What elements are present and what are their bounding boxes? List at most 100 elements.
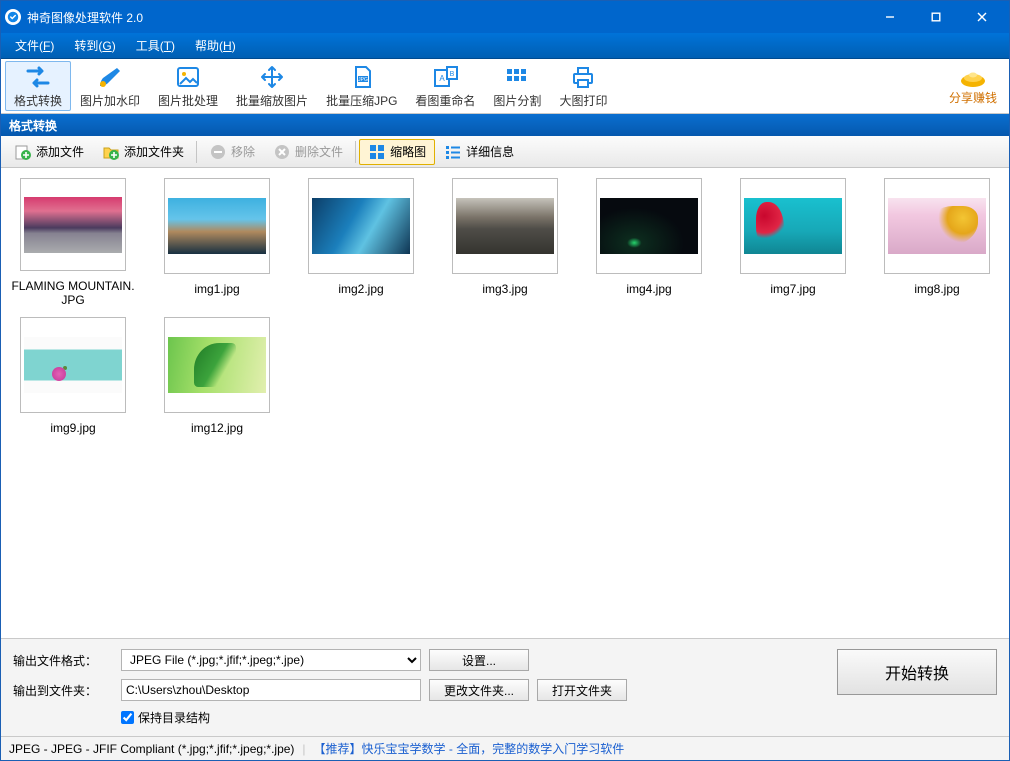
tool-label: 大图打印	[559, 92, 607, 109]
thumbnail-image	[744, 198, 842, 254]
add-folder-icon	[102, 143, 120, 161]
thumbnail-caption: img9.jpg	[46, 419, 99, 437]
thumbnail-frame	[596, 178, 702, 274]
menu-goto[interactable]: 转到(G)	[64, 34, 125, 57]
move-icon	[257, 64, 287, 90]
statusbar: JPEG - JPEG - JFIF Compliant (*.jpg;*.jf…	[1, 736, 1009, 760]
settings-button[interactable]: 设置...	[429, 649, 529, 671]
tool-share[interactable]: 分享赚钱	[941, 61, 1005, 111]
thumbnail-image	[888, 198, 986, 254]
swap-icon	[23, 64, 53, 90]
tool-label: 看图重命名	[415, 92, 475, 109]
thumbnail-frame	[164, 317, 270, 413]
thumbnail-icon	[368, 143, 386, 161]
output-dir-label: 输出到文件夹：	[13, 682, 113, 699]
tool-label: 分享赚钱	[949, 89, 997, 106]
titlebar: 神奇图像处理软件 2.0	[1, 1, 1009, 33]
add-folder-button[interactable]: 添加文件夹	[93, 139, 193, 165]
thumbnail-item[interactable]: img8.jpg	[867, 176, 1007, 311]
thumbnail-caption: img4.jpg	[622, 280, 675, 298]
start-convert-button[interactable]: 开始转换	[837, 649, 997, 695]
tool-label: 图片分割	[493, 92, 541, 109]
tool-print[interactable]: 大图打印	[550, 61, 616, 111]
thumbnail-frame	[452, 178, 558, 274]
tool-watermark[interactable]: 图片加水印	[71, 61, 149, 111]
promo-link[interactable]: 【推荐】快乐宝宝学数学 - 全面，完整的数学入门学习软件	[314, 740, 625, 757]
thumbnail-frame	[740, 178, 846, 274]
tool-label: 格式转换	[14, 92, 62, 109]
thumbnail-frame	[20, 178, 126, 271]
menu-help[interactable]: 帮助(H)	[185, 34, 246, 57]
tool-rename[interactable]: AB 看图重命名	[406, 61, 484, 111]
thumbnail-frame	[20, 317, 126, 413]
thumbnail-item[interactable]: img7.jpg	[723, 176, 863, 311]
thumbnail-item[interactable]: img1.jpg	[147, 176, 287, 311]
thumbnail-grid[interactable]: FLAMING MOUNTAIN.JPG img1.jpg img2.jpg img3…	[1, 168, 1009, 638]
thumbnail-caption: img3.jpg	[478, 280, 531, 298]
tool-compress-jpg[interactable]: JPG 批量压缩JPG	[317, 61, 406, 111]
thumbnail-image	[600, 198, 698, 254]
tool-label: 批量压缩JPG	[326, 92, 397, 109]
thumbnail-caption: img12.jpg	[187, 419, 247, 437]
printer-icon	[568, 64, 598, 90]
menu-tool[interactable]: 工具(T)	[126, 34, 185, 57]
tool-batch[interactable]: 图片批处理	[149, 61, 227, 111]
menubar: 文件(F) 转到(G) 工具(T) 帮助(H)	[1, 33, 1009, 59]
thumbnail-item[interactable]: img3.jpg	[435, 176, 575, 311]
thumbnail-item[interactable]: FLAMING MOUNTAIN.JPG	[3, 176, 143, 311]
maximize-button[interactable]	[913, 1, 959, 33]
tool-format-convert[interactable]: 格式转换	[5, 61, 71, 111]
svg-text:B: B	[450, 71, 455, 78]
status-format: JPEG - JPEG - JFIF Compliant (*.jpg;*.jf…	[9, 742, 294, 756]
remove-icon	[209, 143, 227, 161]
file-toolbar: 添加文件 添加文件夹 移除 删除文件 缩略图 详细信息	[1, 136, 1009, 168]
list-icon	[444, 143, 462, 161]
gold-ingot-icon	[958, 67, 988, 89]
thumbnail-image	[168, 198, 266, 254]
add-file-icon	[14, 143, 32, 161]
tool-label: 图片加水印	[80, 92, 140, 109]
thumbnail-caption: img8.jpg	[910, 280, 963, 298]
thumbnail-item[interactable]: img4.jpg	[579, 176, 719, 311]
delete-file-button[interactable]: 删除文件	[264, 139, 352, 165]
keep-structure-label: 保持目录结构	[138, 709, 210, 726]
thumbnail-image	[456, 198, 554, 254]
thumbnail-caption: img7.jpg	[766, 280, 819, 298]
output-format-select[interactable]: JPEG File (*.jpg;*.jfif;*.jpeg;*.jpe)	[121, 649, 421, 671]
app-title: 神奇图像处理软件 2.0	[27, 9, 867, 26]
thumbnail-frame	[308, 178, 414, 274]
minimize-button[interactable]	[867, 1, 913, 33]
section-header: 格式转换	[1, 114, 1009, 136]
thumbnail-item[interactable]: img12.jpg	[147, 315, 287, 450]
view-thumbnail-button[interactable]: 缩略图	[359, 139, 435, 165]
thumbnail-caption: FLAMING MOUNTAIN.JPG	[5, 277, 141, 309]
remove-button[interactable]: 移除	[200, 139, 264, 165]
tool-label: 批量缩放图片	[236, 92, 308, 109]
thumbnail-item[interactable]: img9.jpg	[3, 315, 143, 450]
thumbnail-image	[24, 337, 122, 393]
tool-label: 图片批处理	[158, 92, 218, 109]
tool-resize[interactable]: 批量缩放图片	[227, 61, 317, 111]
output-format-label: 输出文件格式：	[13, 652, 113, 669]
thumbnail-item[interactable]: img2.jpg	[291, 176, 431, 311]
keep-structure-checkbox[interactable]	[121, 711, 134, 724]
brush-icon	[95, 64, 125, 90]
thumbnail-caption: img1.jpg	[190, 280, 243, 298]
close-button[interactable]	[959, 1, 1005, 33]
thumbnail-frame	[164, 178, 270, 274]
change-dir-button[interactable]: 更改文件夹...	[429, 679, 529, 701]
jpg-file-icon: JPG	[347, 64, 377, 90]
main-toolbar: 格式转换 图片加水印 图片批处理 批量缩放图片 JPG 批量压缩JPG AB 看…	[1, 59, 1009, 114]
thumbnail-image	[24, 197, 122, 253]
output-dir-input[interactable]	[121, 679, 421, 701]
view-detail-button[interactable]: 详细信息	[435, 139, 523, 165]
open-dir-button[interactable]: 打开文件夹	[537, 679, 627, 701]
grid-icon	[502, 64, 532, 90]
image-icon	[173, 64, 203, 90]
svg-text:A: A	[440, 74, 446, 83]
tool-split[interactable]: 图片分割	[484, 61, 550, 111]
thumbnail-image	[168, 337, 266, 393]
menu-file[interactable]: 文件(F)	[5, 34, 64, 57]
rename-icon: AB	[430, 64, 460, 90]
add-file-button[interactable]: 添加文件	[5, 139, 93, 165]
